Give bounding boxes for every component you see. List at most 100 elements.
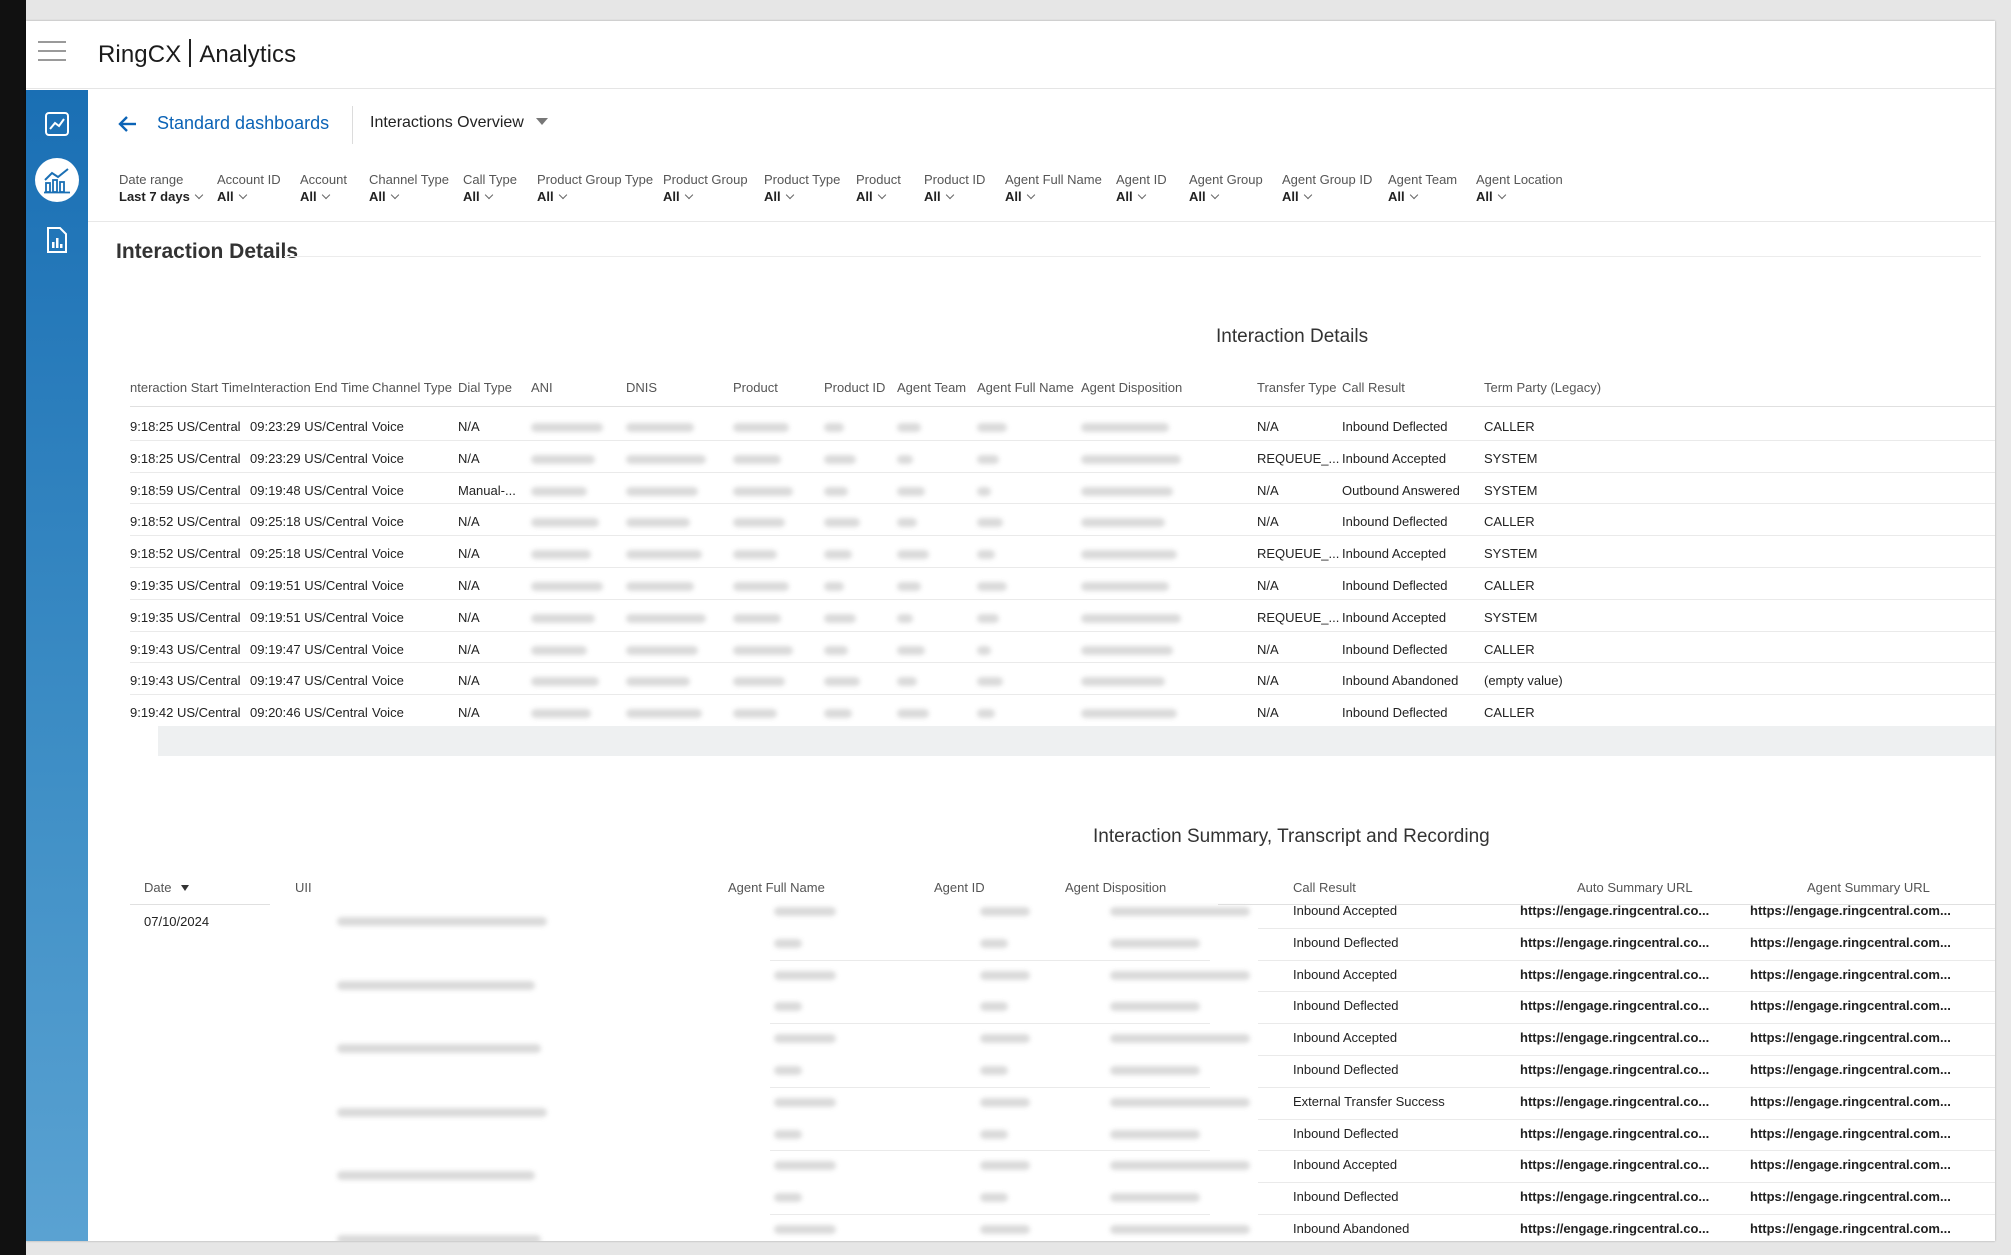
table-row[interactable]: 9:18:25 US/Central 09:23:29 US/Central Voi…: [130, 409, 1995, 441]
filter-14[interactable]: Agent Team All: [1388, 172, 1457, 206]
table-row[interactable]: Inbound Deflected https://engage.ringcent…: [130, 998, 1995, 1032]
column-header[interactable]: DNIS: [626, 380, 657, 395]
table-row[interactable]: Inbound Deflected https://engage.ringcent…: [130, 1126, 1995, 1160]
nav-trend-chart[interactable]: [26, 96, 88, 152]
filter-value: All: [924, 189, 941, 204]
auto-summary-link[interactable]: https://engage.ringcentral.co...: [1520, 1157, 1709, 1172]
nav-dashboards[interactable]: [26, 152, 88, 208]
column-header[interactable]: UII: [295, 880, 312, 895]
column-header[interactable]: Interaction End Time: [250, 380, 369, 395]
table-row[interactable]: 9:19:42 US/Central 09:20:46 US/Central Voi…: [130, 695, 1995, 727]
column-header[interactable]: Term Party (Legacy): [1484, 380, 1601, 395]
table-row[interactable]: Inbound Deflected https://engage.ringcent…: [130, 1062, 1995, 1096]
table-row[interactable]: 9:18:52 US/Central 09:25:18 US/Central Voi…: [130, 504, 1995, 537]
table-row[interactable]: Inbound Accepted https://engage.ringcentr…: [130, 1157, 1995, 1191]
agent-summary-link[interactable]: https://engage.ringcentral.com...: [1750, 1157, 1951, 1172]
agent-summary-link[interactable]: https://engage.ringcentral.com...: [1750, 1221, 1951, 1236]
redacted-value: [733, 550, 777, 560]
column-header[interactable]: Call Result: [1342, 380, 1405, 395]
filter-13[interactable]: Agent Group ID All: [1282, 172, 1372, 206]
arrow-left-icon[interactable]: [116, 112, 140, 136]
table-row[interactable]: Inbound Abandoned https://engage.ringcent…: [130, 1221, 1995, 1241]
redacted-agent-id: [980, 1225, 1030, 1234]
sort-desc-icon[interactable]: [181, 885, 189, 891]
agent-summary-link[interactable]: https://engage.ringcentral.com...: [1750, 998, 1951, 1013]
filter-10[interactable]: Agent Full Name All: [1005, 172, 1102, 206]
table-title: Interaction Details: [1216, 326, 1369, 347]
column-header[interactable]: Date: [144, 880, 171, 895]
filter-0[interactable]: Date range Last 7 days: [119, 172, 204, 206]
agent-summary-link[interactable]: https://engage.ringcentral.com...: [1750, 903, 1951, 918]
auto-summary-link[interactable]: https://engage.ringcentral.co...: [1520, 935, 1709, 950]
column-header[interactable]: Agent Team: [897, 380, 966, 395]
table-row[interactable]: 9:19:43 US/Central 09:19:47 US/Central Voi…: [130, 632, 1995, 664]
column-header[interactable]: Agent Disposition: [1065, 880, 1166, 895]
column-header[interactable]: ANI: [531, 380, 553, 395]
chevron-down-icon: [1137, 190, 1146, 200]
agent-summary-link[interactable]: https://engage.ringcentral.com...: [1750, 1094, 1951, 1109]
filter-11[interactable]: Agent ID All: [1116, 172, 1167, 206]
filter-6[interactable]: Product Group All: [663, 172, 748, 206]
dashboard-selector[interactable]: Interactions Overview: [370, 114, 548, 132]
cell-call-result: Inbound Deflected: [1342, 705, 1448, 721]
table-row[interactable]: External Transfer Success https://engage.…: [130, 1094, 1995, 1128]
auto-summary-link[interactable]: https://engage.ringcentral.co...: [1520, 1126, 1709, 1141]
agent-summary-link[interactable]: https://engage.ringcentral.com...: [1750, 1126, 1951, 1141]
filter-8[interactable]: Product All: [856, 172, 901, 206]
table-row[interactable]: 9:18:25 US/Central 09:23:29 US/Central Voi…: [130, 441, 1995, 473]
filter-7[interactable]: Product Type All: [764, 172, 840, 206]
filter-2[interactable]: Account All: [300, 172, 347, 206]
redacted-agent-name: [774, 1193, 802, 1203]
column-header[interactable]: Channel Type: [372, 380, 452, 395]
column-header[interactable]: Agent Disposition: [1081, 380, 1182, 395]
auto-summary-link[interactable]: https://engage.ringcentral.co...: [1520, 967, 1709, 982]
auto-summary-link[interactable]: https://engage.ringcentral.co...: [1520, 1062, 1709, 1077]
table-row[interactable]: 9:19:43 US/Central 09:19:47 US/Central Voi…: [130, 663, 1995, 696]
filter-5[interactable]: Product Group Type All: [537, 172, 653, 206]
table-row[interactable]: Inbound Accepted https://engage.ringcentr…: [130, 903, 1995, 937]
table-row[interactable]: 9:19:35 US/Central 09:19:51 US/Central Voi…: [130, 568, 1995, 600]
table-row[interactable]: 9:19:35 US/Central 09:19:51 US/Central Voi…: [130, 600, 1995, 632]
hamburger-icon[interactable]: [38, 41, 66, 65]
table-row[interactable]: Inbound Accepted https://engage.ringcentr…: [130, 1030, 1995, 1064]
agent-summary-link[interactable]: https://engage.ringcentral.com...: [1750, 967, 1951, 982]
cell-transfer-type: REQUEUE_...: [1257, 546, 1340, 562]
filter-12[interactable]: Agent Group All: [1189, 172, 1263, 206]
column-header[interactable]: Product ID: [824, 380, 885, 395]
table-title: Interaction Summary, Transcript and Reco…: [1093, 826, 1490, 847]
auto-summary-link[interactable]: https://engage.ringcentral.co...: [1520, 1189, 1709, 1204]
column-header[interactable]: Dial Type: [458, 380, 512, 395]
nav-reports[interactable]: [26, 212, 88, 268]
filter-3[interactable]: Channel Type All: [369, 172, 449, 206]
agent-summary-link[interactable]: https://engage.ringcentral.com...: [1750, 1062, 1951, 1077]
column-header[interactable]: Agent Full Name: [977, 380, 1074, 395]
agent-summary-link[interactable]: https://engage.ringcentral.com...: [1750, 935, 1951, 950]
agent-summary-link[interactable]: https://engage.ringcentral.com...: [1750, 1030, 1951, 1045]
filter-1[interactable]: Account ID All: [217, 172, 281, 206]
table-row[interactable]: 9:18:52 US/Central 09:25:18 US/Central Voi…: [130, 536, 1995, 568]
agent-summary-link[interactable]: https://engage.ringcentral.com...: [1750, 1189, 1951, 1204]
standard-dashboards-link[interactable]: Standard dashboards: [157, 113, 329, 134]
filter-value: All: [663, 189, 680, 204]
column-header[interactable]: Agent Summary URL: [1807, 880, 1930, 895]
table-row[interactable]: Inbound Accepted https://engage.ringcentr…: [130, 967, 1995, 1001]
column-header[interactable]: Product: [733, 380, 778, 395]
auto-summary-link[interactable]: https://engage.ringcentral.co...: [1520, 1030, 1709, 1045]
auto-summary-link[interactable]: https://engage.ringcentral.co...: [1520, 1094, 1709, 1109]
table-row[interactable]: 9:18:59 US/Central 09:19:48 US/Central Voi…: [130, 473, 1995, 505]
column-header[interactable]: Transfer Type: [1257, 380, 1336, 395]
column-header[interactable]: Auto Summary URL: [1577, 880, 1693, 895]
filter-15[interactable]: Agent Location All: [1476, 172, 1563, 206]
table-row[interactable]: Inbound Deflected https://engage.ringcent…: [130, 1189, 1995, 1223]
column-header[interactable]: Call Result: [1293, 880, 1356, 895]
auto-summary-link[interactable]: https://engage.ringcentral.co...: [1520, 1221, 1709, 1236]
filter-4[interactable]: Call Type All: [463, 172, 517, 206]
auto-summary-link[interactable]: https://engage.ringcentral.co...: [1520, 903, 1709, 918]
filter-9[interactable]: Product ID All: [924, 172, 985, 206]
horizontal-scrollbar-track[interactable]: [158, 726, 1995, 756]
column-header[interactable]: Agent Full Name: [728, 880, 825, 895]
table-row[interactable]: Inbound Deflected https://engage.ringcent…: [130, 935, 1995, 969]
column-header[interactable]: nteraction Start Time: [130, 380, 250, 395]
auto-summary-link[interactable]: https://engage.ringcentral.co...: [1520, 998, 1709, 1013]
column-header[interactable]: Agent ID: [934, 880, 985, 895]
